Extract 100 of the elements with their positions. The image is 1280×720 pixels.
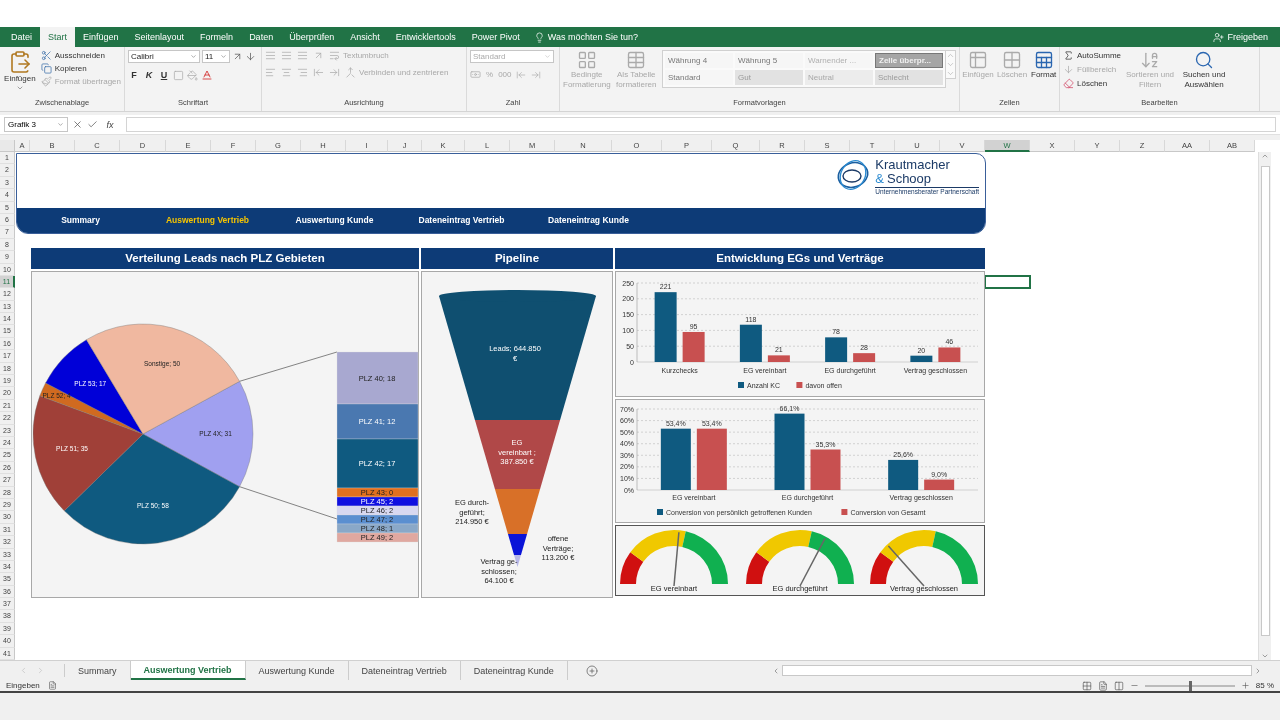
tell-me-field[interactable]: Was möchten Sie tun? bbox=[547, 32, 638, 42]
ribbon-tab[interactable]: Überprüfen bbox=[281, 27, 343, 47]
table-icon bbox=[626, 50, 647, 70]
logo-text: Schoop bbox=[886, 171, 932, 186]
next-sheet-icon[interactable] bbox=[36, 666, 45, 675]
wrap-text-icon bbox=[329, 50, 340, 61]
arrow-left-icon[interactable] bbox=[516, 69, 527, 80]
zoom-level: 85 % bbox=[1255, 681, 1274, 690]
bar bbox=[825, 337, 848, 362]
scroll-down-icon[interactable] bbox=[1261, 652, 1269, 660]
bar bbox=[660, 428, 691, 490]
scroll-down-icon[interactable] bbox=[946, 60, 955, 69]
align-left-icon[interactable] bbox=[265, 67, 276, 78]
align-right-icon[interactable] bbox=[297, 67, 308, 78]
currency-icon[interactable] bbox=[470, 69, 481, 80]
fill-color-icon[interactable] bbox=[187, 69, 198, 81]
ribbon-tab[interactable]: Entwicklertools bbox=[387, 27, 464, 47]
italic-button[interactable]: K bbox=[143, 70, 155, 80]
confirm-icon[interactable] bbox=[87, 119, 98, 130]
sigma-icon bbox=[1063, 50, 1074, 61]
copy-icon bbox=[40, 63, 52, 74]
zoom-in-icon[interactable] bbox=[1240, 681, 1250, 690]
align-middle-icon[interactable] bbox=[281, 50, 292, 61]
ribbon-button[interactable]: Löschen bbox=[1063, 78, 1122, 89]
ribbon-tab[interactable]: Datei bbox=[3, 27, 40, 47]
zoom-thumb[interactable] bbox=[1188, 680, 1192, 691]
ribbon-tab[interactable]: Power Pivot bbox=[463, 27, 528, 47]
caret-icon bbox=[544, 53, 551, 60]
align-center-icon[interactable] bbox=[281, 67, 292, 78]
ribbon-button[interactable]: Ausschneiden bbox=[40, 50, 121, 61]
previous-sheet-icon[interactable] bbox=[19, 666, 28, 675]
arrow-right-icon[interactable] bbox=[531, 69, 542, 80]
scroll-up-icon[interactable] bbox=[946, 51, 955, 60]
nav-link[interactable]: Dateneintrag Vertrieb bbox=[398, 208, 525, 233]
name-box[interactable]: Grafik 3 bbox=[4, 117, 68, 132]
share-button[interactable]: Freigeben bbox=[1227, 32, 1268, 42]
page-layout-icon[interactable] bbox=[1097, 680, 1108, 691]
ribbon-button[interactable]: Kopieren bbox=[40, 63, 121, 74]
share-icon[interactable] bbox=[1213, 31, 1225, 43]
add-sheet-icon[interactable] bbox=[585, 664, 598, 677]
ribbon-tab[interactable]: Seitenlayout bbox=[126, 27, 193, 47]
panel-title: Verteilung Leads nach PLZ Gebieten bbox=[31, 248, 419, 269]
bar bbox=[853, 353, 876, 362]
ribbon-tab[interactable]: Start bbox=[40, 27, 76, 47]
grid-icon bbox=[576, 50, 597, 70]
bar bbox=[910, 355, 933, 362]
formula-input[interactable] bbox=[126, 117, 1276, 132]
ribbon-tab[interactable]: Ansicht bbox=[342, 27, 388, 47]
ribbon-tab[interactable]: Formeln bbox=[192, 27, 242, 47]
nav-link[interactable]: Auswertung Kunde bbox=[271, 208, 398, 233]
cell-style[interactable]: Währung 4 bbox=[665, 53, 733, 68]
scroll-up-icon[interactable] bbox=[1261, 152, 1269, 160]
font-size-select[interactable]: 11 bbox=[202, 50, 230, 63]
align-top-icon[interactable] bbox=[265, 50, 276, 61]
search-icon bbox=[1194, 50, 1215, 70]
horizontal-scrollbar[interactable] bbox=[782, 665, 1252, 676]
caret-icon bbox=[190, 53, 197, 60]
vertical-scrollbar[interactable] bbox=[1258, 152, 1271, 660]
cell-style[interactable]: Währung 5 bbox=[735, 53, 803, 68]
bar bbox=[938, 347, 961, 362]
paste-button[interactable]: Einfügen bbox=[3, 50, 37, 98]
ribbon-tab[interactable]: Daten bbox=[241, 27, 282, 47]
caret-icon bbox=[220, 53, 227, 60]
nav-link[interactable]: Summary bbox=[17, 208, 144, 233]
indent-icon[interactable] bbox=[329, 67, 340, 78]
scroll-left-icon[interactable] bbox=[772, 666, 780, 675]
arrow-down-icon bbox=[1063, 64, 1074, 75]
cell-style[interactable]: Standard bbox=[665, 70, 733, 85]
insert-function-button[interactable]: fx bbox=[102, 119, 118, 130]
bold-button[interactable]: F bbox=[128, 70, 140, 80]
align-bottom-icon[interactable] bbox=[297, 50, 308, 61]
caret-icon bbox=[57, 121, 64, 128]
outdent-icon[interactable] bbox=[313, 67, 324, 78]
font-select[interactable]: Calibri bbox=[128, 50, 200, 63]
bar bbox=[739, 324, 762, 362]
grid-icon bbox=[1002, 50, 1022, 70]
ribbon-button[interactable]: Format bbox=[1031, 50, 1057, 98]
ribbon-button[interactable]: AutoSumme bbox=[1063, 50, 1122, 61]
font-color-icon[interactable] bbox=[201, 69, 213, 81]
nav-link[interactable]: Dateneintrag Kunde bbox=[525, 208, 652, 233]
underline-button[interactable]: U bbox=[158, 70, 170, 80]
border-icon[interactable] bbox=[173, 69, 184, 81]
nav-link[interactable]: Auswertung Vertrieb bbox=[144, 208, 271, 233]
caret-icon bbox=[15, 84, 24, 92]
logo-text: & bbox=[875, 171, 884, 186]
ribbon-tab[interactable]: Einfügen bbox=[75, 27, 127, 47]
sheet-tab[interactable]: Auswertung Vertrieb bbox=[130, 661, 246, 680]
find-select-button[interactable]: Suchen und Auswählen bbox=[1179, 50, 1230, 98]
normal-view-icon[interactable] bbox=[1081, 680, 1092, 691]
panel-title: Pipeline bbox=[421, 248, 613, 269]
more-icon[interactable] bbox=[946, 69, 955, 78]
select-all-corner[interactable] bbox=[0, 140, 15, 152]
page-break-icon[interactable] bbox=[1113, 680, 1124, 691]
table-icon bbox=[968, 50, 988, 70]
cancel-icon[interactable] bbox=[72, 119, 83, 130]
eraser-icon bbox=[1063, 78, 1074, 89]
logo-text: Krautmacher bbox=[875, 158, 951, 172]
scroll-right-icon[interactable] bbox=[1254, 666, 1262, 675]
bar bbox=[810, 449, 841, 490]
lightbulb-icon[interactable] bbox=[533, 31, 545, 43]
